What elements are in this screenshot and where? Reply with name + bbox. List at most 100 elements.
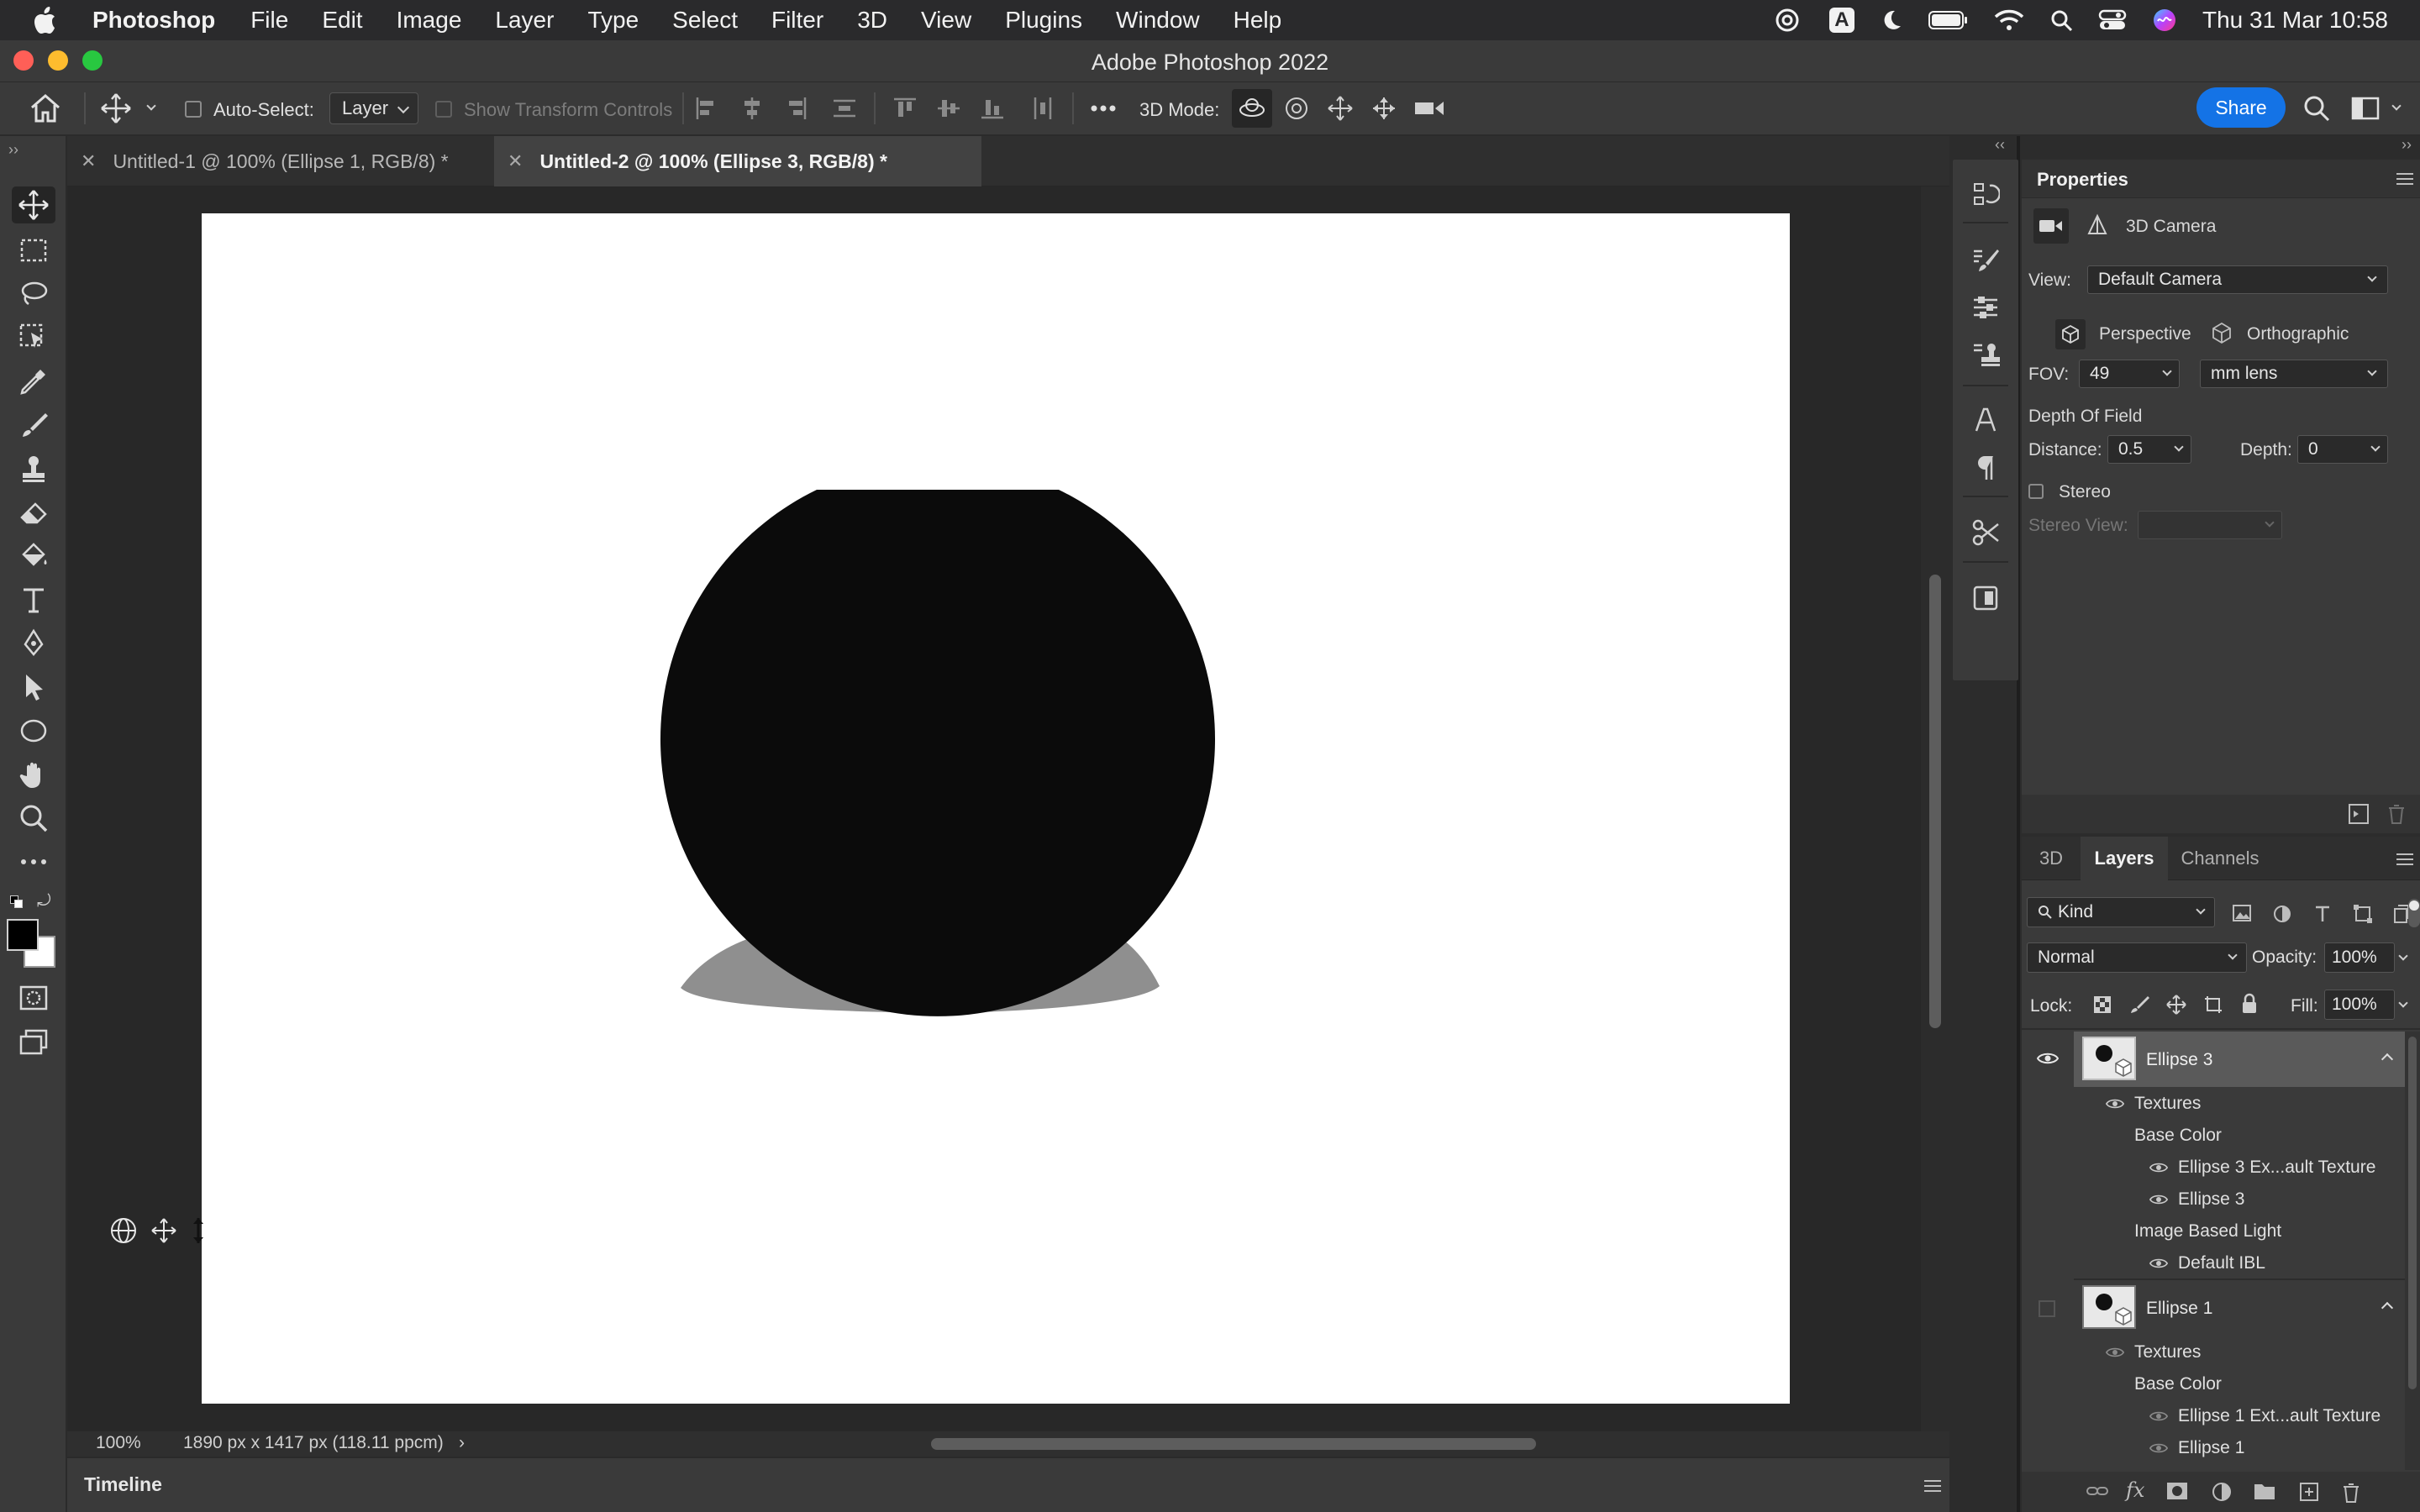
fill-input[interactable]: 100% — [2324, 990, 2395, 1020]
new-layer-icon[interactable] — [2299, 1482, 2319, 1508]
panel-menu-icon[interactable] — [1924, 1480, 1941, 1492]
auto-select-checkbox[interactable] — [185, 101, 202, 118]
path-selection-tool-icon[interactable] — [12, 669, 55, 706]
fov-unit-dropdown[interactable]: mm lens — [2200, 360, 2388, 388]
menu-file[interactable]: File — [250, 7, 288, 34]
distribute-vertical-icon[interactable] — [832, 96, 857, 125]
object-selection-tool-icon[interactable] — [12, 319, 55, 356]
chevron-down-icon[interactable] — [2398, 951, 2408, 961]
eyedropper-tool-icon[interactable] — [12, 363, 55, 400]
roll-3d-camera-icon[interactable] — [1282, 94, 1311, 127]
filter-type-layers-icon[interactable] — [2312, 904, 2333, 928]
perspective-label[interactable]: Perspective — [2099, 324, 2191, 344]
layers-scrollbar[interactable] — [2405, 1032, 2420, 1470]
creative-cloud-icon[interactable] — [1770, 8, 1804, 33]
layer-row-ellipse-3[interactable]: Ellipse 3 — [2022, 1032, 2405, 1087]
layer-filter-kind-dropdown[interactable]: Kind — [2027, 897, 2215, 927]
libraries-panel-icon[interactable] — [1969, 581, 2002, 615]
window-minimize-button[interactable] — [48, 50, 68, 71]
layer-style-fx-icon[interactable]: fx — [2126, 1478, 2144, 1502]
lock-position-icon[interactable] — [2166, 995, 2186, 1019]
paragraph-panel-icon[interactable] — [1969, 450, 2002, 484]
tab-channels[interactable]: Channels — [2168, 837, 2272, 880]
eye-visibility-icon[interactable] — [2149, 1441, 2168, 1455]
lock-image-pixels-icon[interactable] — [2129, 995, 2149, 1019]
align-horizontal-centers-icon[interactable] — [739, 96, 765, 125]
zoom-tool-icon[interactable] — [12, 800, 55, 837]
align-top-edges-icon[interactable] — [892, 96, 918, 125]
new-group-icon[interactable] — [2254, 1482, 2275, 1506]
brush-tool-icon[interactable] — [12, 407, 55, 444]
eye-visibility-icon[interactable] — [2106, 1346, 2124, 1359]
panel-menu-icon[interactable] — [2396, 173, 2413, 185]
status-menu-arrow[interactable]: › — [459, 1433, 465, 1453]
3d-sphere-render[interactable] — [202, 213, 1790, 1404]
input-source-icon[interactable]: A — [1828, 8, 1854, 33]
spotlight-search-icon[interactable] — [2049, 8, 2073, 32]
align-bottom-edges-icon[interactable] — [980, 96, 1005, 125]
slide-3d-camera-icon[interactable] — [1370, 94, 1398, 127]
menu-window[interactable]: Window — [1116, 7, 1200, 34]
filter-adjustment-layers-icon[interactable] — [2272, 904, 2292, 928]
lock-transparent-pixels-icon[interactable] — [2092, 995, 2112, 1019]
eye-visibility-icon[interactable] — [2037, 1052, 2059, 1065]
history-panel-icon[interactable] — [1969, 178, 2002, 212]
tab-layers[interactable]: Layers — [2081, 837, 2168, 880]
move-tool-icon[interactable] — [12, 186, 55, 223]
chevron-up-icon[interactable] — [2381, 1301, 2394, 1315]
default-colors-icon[interactable] — [10, 895, 24, 909]
perspective-cube-icon[interactable] — [2055, 319, 2086, 349]
texture-item-row[interactable]: Ellipse 3 Ex...ault Texture — [2022, 1151, 2420, 1181]
pan-3d-camera-icon[interactable] — [1326, 94, 1355, 127]
properties-tab[interactable]: Properties — [2037, 169, 2128, 191]
layers-scroll-thumb[interactable] — [2408, 1037, 2417, 1389]
clone-stamp-tool-icon[interactable] — [12, 450, 55, 487]
apple-menu-icon[interactable] — [32, 6, 64, 34]
edit-toolbar-more-icon[interactable] — [12, 843, 55, 880]
orthographic-label[interactable]: Orthographic — [2247, 324, 2349, 344]
document-tab-untitled-2[interactable]: ✕ Untitled-2 @ 100% (Ellipse 3, RGB/8) * — [494, 136, 981, 186]
add-layer-mask-icon[interactable] — [2166, 1482, 2188, 1506]
menu-layer[interactable]: Layer — [495, 7, 554, 34]
menubar-clock[interactable]: Thu 31 Mar 10:58 — [2202, 7, 2388, 34]
depth-input[interactable]: 0 — [2297, 435, 2388, 464]
blend-mode-dropdown[interactable]: Normal — [2027, 942, 2247, 973]
distance-input[interactable]: 0.5 — [2107, 435, 2191, 464]
layer-textures-row[interactable]: Textures — [2022, 1336, 2420, 1366]
close-tab-icon[interactable]: ✕ — [81, 150, 96, 172]
rectangular-marquee-tool-icon[interactable] — [12, 232, 55, 269]
close-tab-icon[interactable]: ✕ — [508, 150, 523, 172]
type-tool-icon[interactable] — [12, 581, 55, 618]
eye-visibility-icon[interactable] — [2149, 1161, 2168, 1174]
zoom-3d-camera-icon[interactable] — [1413, 94, 1447, 127]
stereo-view-dropdown[interactable] — [2138, 511, 2282, 539]
link-layers-icon[interactable] — [2086, 1482, 2109, 1505]
texture-item-row[interactable]: Ellipse 3 — [2022, 1183, 2420, 1213]
menu-edit[interactable]: Edit — [322, 7, 362, 34]
menu-filter[interactable]: Filter — [771, 7, 823, 34]
layer-textures-row[interactable]: Textures — [2022, 1087, 2420, 1117]
hand-tool-icon[interactable] — [12, 756, 55, 793]
vertical-scroll-thumb[interactable] — [1929, 575, 1941, 1028]
stereo-checkbox[interactable] — [2028, 484, 2044, 499]
menu-select[interactable]: Select — [672, 7, 738, 34]
horizontal-scroll-thumb[interactable] — [931, 1438, 1536, 1450]
timeline-tab[interactable]: Timeline — [84, 1473, 162, 1496]
panel-menu-icon[interactable] — [2396, 853, 2413, 865]
zoom-level[interactable]: 100% — [96, 1433, 141, 1453]
chevron-down-icon[interactable] — [2398, 998, 2408, 1008]
dolly-axis-icon[interactable] — [190, 1216, 207, 1249]
new-adjustment-layer-icon[interactable] — [2212, 1482, 2232, 1508]
menu-image[interactable]: Image — [397, 7, 462, 34]
menu-app-photoshop[interactable]: Photoshop — [92, 7, 215, 34]
image-based-light-row[interactable]: Image Based Light — [2022, 1215, 2420, 1245]
home-icon[interactable] — [29, 92, 62, 129]
clone-source-panel-icon[interactable] — [1969, 338, 2002, 371]
eye-visibility-icon[interactable] — [2149, 1257, 2168, 1270]
lasso-tool-icon[interactable] — [12, 276, 55, 312]
fov-input[interactable]: 49 — [2079, 360, 2180, 388]
menu-help[interactable]: Help — [1234, 7, 1282, 34]
layer-name[interactable]: Ellipse 1 — [2146, 1299, 2212, 1319]
search-icon[interactable] — [2302, 94, 2331, 127]
ellipse-tool-icon[interactable] — [12, 712, 55, 749]
